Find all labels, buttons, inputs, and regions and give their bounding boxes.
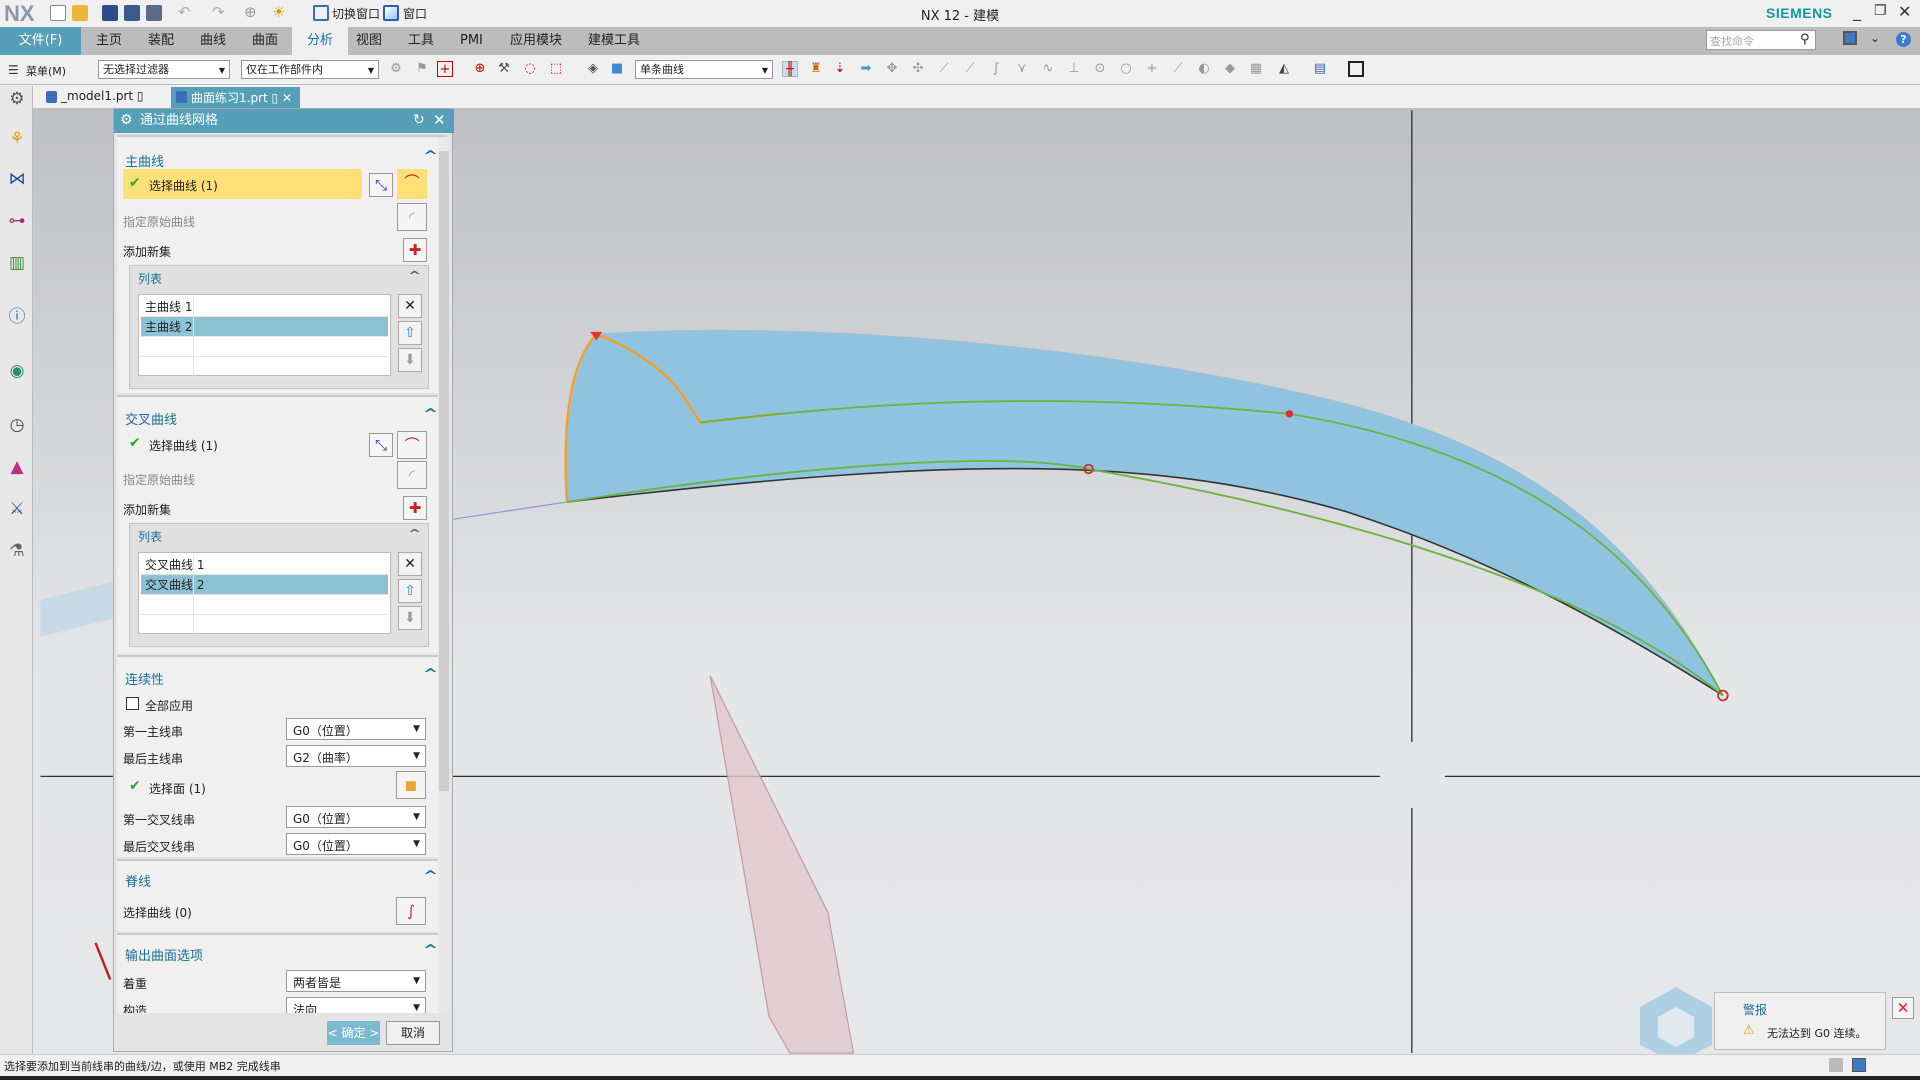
datum-line — [452, 501, 568, 520]
section-header[interactable]: 交叉曲线 — [125, 409, 177, 428]
list-item[interactable]: 主曲线 1 — [141, 297, 388, 317]
select-curve-label: 选择曲线 (1) — [149, 179, 218, 193]
primary-curves-section: 主曲线 ^ ✔ 选择曲线 (1) ⤡ ⌒ 指定原始曲线 ◜ 添加新集 ✚ 列表 … — [117, 135, 447, 393]
dialog-title: 通过曲线网格 — [114, 109, 454, 133]
list-item-empty — [141, 615, 388, 635]
specify-origin-label: 指定原始曲线 — [123, 215, 196, 229]
add-new-set-label: 添加新集 — [123, 503, 172, 517]
list-header[interactable]: 列表 — [138, 528, 162, 545]
mesh-surface — [565, 330, 1723, 696]
background-surface-fragment — [40, 581, 113, 637]
collapse-chevron-icon[interactable]: ^ — [423, 943, 438, 958]
datum-plane-pink — [709, 675, 855, 1054]
last-primary-dropdown[interactable]: G2（曲率） — [286, 745, 426, 767]
curve-point-marker — [1285, 410, 1294, 418]
check-icon: ✔ — [129, 435, 141, 451]
alert-title: 警报 — [1743, 1003, 1768, 1017]
move-up-icon[interactable]: ⇧ — [398, 579, 422, 603]
section-header[interactable]: 脊线 — [125, 871, 151, 890]
collapse-chevron-icon[interactable]: ^ — [423, 407, 438, 422]
continuity-section: 连续性 ^ 全部应用 第一主线串 G0（位置） 最后主线串 G2（曲率） ✔ 选… — [117, 655, 447, 857]
dialog-gear-icon[interactable]: ⚙ — [120, 112, 133, 128]
list-subpanel: 列表 ^ 交叉曲线 1 交叉曲线 2 ✕ ⇧ ⬇ — [129, 523, 429, 647]
cross-curves-section: 交叉曲线 ^ ✔ 选择曲线 (1) ⤡ ⌒ 指定原始曲线 ◜ 添加新集 ✚ 列表… — [117, 395, 447, 653]
add-new-set-icon[interactable]: ✚ — [403, 496, 427, 520]
list-item-selected[interactable]: 主曲线 2 — [141, 317, 388, 337]
remove-item-icon[interactable]: ✕ — [398, 294, 422, 318]
emphasis-dropdown[interactable]: 两者皆是 — [286, 970, 426, 992]
move-down-icon[interactable]: ⬇ — [398, 606, 422, 630]
select-curve-label[interactable]: 选择曲线 (1) — [149, 437, 218, 454]
status-prompt: 选择要添加到当前线串的曲线/边，或使用 MB2 完成线串 — [4, 1060, 281, 1073]
reset-icon[interactable]: ↻ — [413, 112, 425, 128]
check-icon: ✔ — [129, 778, 141, 794]
list-item[interactable]: 交叉曲线 1 — [141, 555, 388, 575]
reverse-direction-icon[interactable]: ⤡ — [369, 173, 393, 197]
first-cross-dropdown[interactable]: G0（位置） — [286, 806, 426, 828]
curve-selection-icon[interactable]: ⌒ — [397, 169, 427, 199]
check-icon: ✔ — [129, 175, 141, 191]
collapse-chevron-icon[interactable]: ^ — [423, 149, 438, 164]
wcs-axis-x — [94, 942, 112, 981]
alert-close-icon[interactable]: ✕ — [1892, 997, 1914, 1019]
scrollbar-thumb[interactable] — [439, 151, 449, 791]
spine-section: 脊线 ^ 选择曲线 (0) ∫ — [117, 859, 447, 931]
add-new-set-label: 添加新集 — [123, 245, 172, 259]
first-primary-dropdown[interactable]: G0（位置） — [286, 718, 426, 740]
select-spine-label[interactable]: 选择曲线 (0) — [123, 904, 192, 921]
remove-item-icon[interactable]: ✕ — [398, 552, 422, 576]
collapse-chevron-icon[interactable]: ^ — [423, 667, 438, 682]
through-curve-mesh-dialog: 通过曲线网格 ⚙ ↻ ✕ 主曲线 ^ ✔ 选择曲线 (1) ⤡ ⌒ 指定原始曲线… — [113, 108, 454, 1052]
select-curve-row[interactable]: ✔ 选择曲线 (1) — [123, 169, 362, 199]
curve-selection-icon[interactable]: ⌒ — [397, 431, 427, 459]
dialog-scrollbar[interactable] — [438, 137, 450, 1013]
last-cross-dropdown[interactable]: G0（位置） — [286, 833, 426, 855]
output-surface-options-section: 输出曲面选项 ^ 着重 两者皆是 构造 法向 — [117, 933, 447, 1013]
watermark-logo — [1636, 985, 1716, 1065]
collapse-chevron-icon[interactable]: ^ — [408, 527, 421, 540]
alert-message: 无法达到 G0 连续。 — [1767, 1027, 1867, 1040]
warning-icon: ⚠ — [1743, 1023, 1755, 1038]
section-header[interactable]: 主曲线 — [125, 151, 164, 170]
collapse-chevron-icon[interactable]: ^ — [423, 869, 438, 884]
move-down-icon[interactable]: ⬇ — [398, 348, 422, 372]
list-item-empty — [141, 595, 388, 615]
emphasis-label: 着重 — [123, 977, 148, 991]
collapse-chevron-icon[interactable]: ^ — [408, 269, 421, 282]
ok-button[interactable]: < 确定 > — [327, 1021, 380, 1045]
full-screen-status-icon[interactable] — [1852, 1058, 1866, 1072]
list-item-empty — [141, 337, 388, 357]
alert-popup: 警报 ⚠ 无法达到 G0 连续。 — [1714, 992, 1886, 1050]
select-face-cube-icon[interactable]: ◼ — [396, 771, 426, 799]
move-up-icon[interactable]: ⇧ — [398, 321, 422, 345]
reverse-direction-icon[interactable]: ⤡ — [369, 433, 393, 457]
apply-all-label: 全部应用 — [145, 699, 194, 713]
close-dialog-icon[interactable]: ✕ — [433, 111, 446, 129]
last-primary-label: 最后主线串 — [123, 752, 184, 766]
construction-dropdown[interactable]: 法向 — [286, 997, 426, 1013]
selection-flag-icon[interactable] — [1829, 1058, 1843, 1072]
add-new-set-icon[interactable]: ✚ — [403, 238, 427, 262]
list-subpanel: 列表 ^ 主曲线 1 主曲线 2 ✕ ⇧ ⬇ — [129, 265, 429, 389]
specify-origin-curve-icon[interactable]: ◜ — [397, 203, 427, 231]
status-bar: 选择要添加到当前线串的曲线/边，或使用 MB2 完成线串 — [0, 1054, 1920, 1076]
first-primary-label: 第一主线串 — [123, 725, 184, 739]
list-header[interactable]: 列表 — [138, 270, 162, 287]
specify-origin-curve-icon[interactable]: ◜ — [397, 461, 427, 489]
taskbar-edge — [0, 1076, 1920, 1080]
last-cross-label: 最后交叉线串 — [123, 840, 196, 854]
specify-origin-label: 指定原始曲线 — [123, 473, 196, 487]
primary-curve-list: 主曲线 1 主曲线 2 — [138, 294, 391, 377]
list-item-selected[interactable]: 交叉曲线 2 — [141, 575, 388, 595]
cross-curve-list: 交叉曲线 1 交叉曲线 2 — [138, 552, 391, 635]
spine-curve-icon[interactable]: ∫ — [396, 897, 426, 925]
section-header[interactable]: 连续性 — [125, 669, 164, 688]
list-item-empty — [141, 357, 388, 377]
cancel-button[interactable]: 取消 — [386, 1021, 440, 1045]
construction-label: 构造 — [123, 1004, 148, 1013]
section-header[interactable]: 输出曲面选项 — [125, 945, 203, 964]
apply-all-checkbox[interactable] — [126, 697, 139, 710]
first-cross-label: 第一交叉线串 — [123, 813, 196, 827]
select-face-label[interactable]: 选择面 (1) — [149, 780, 206, 797]
